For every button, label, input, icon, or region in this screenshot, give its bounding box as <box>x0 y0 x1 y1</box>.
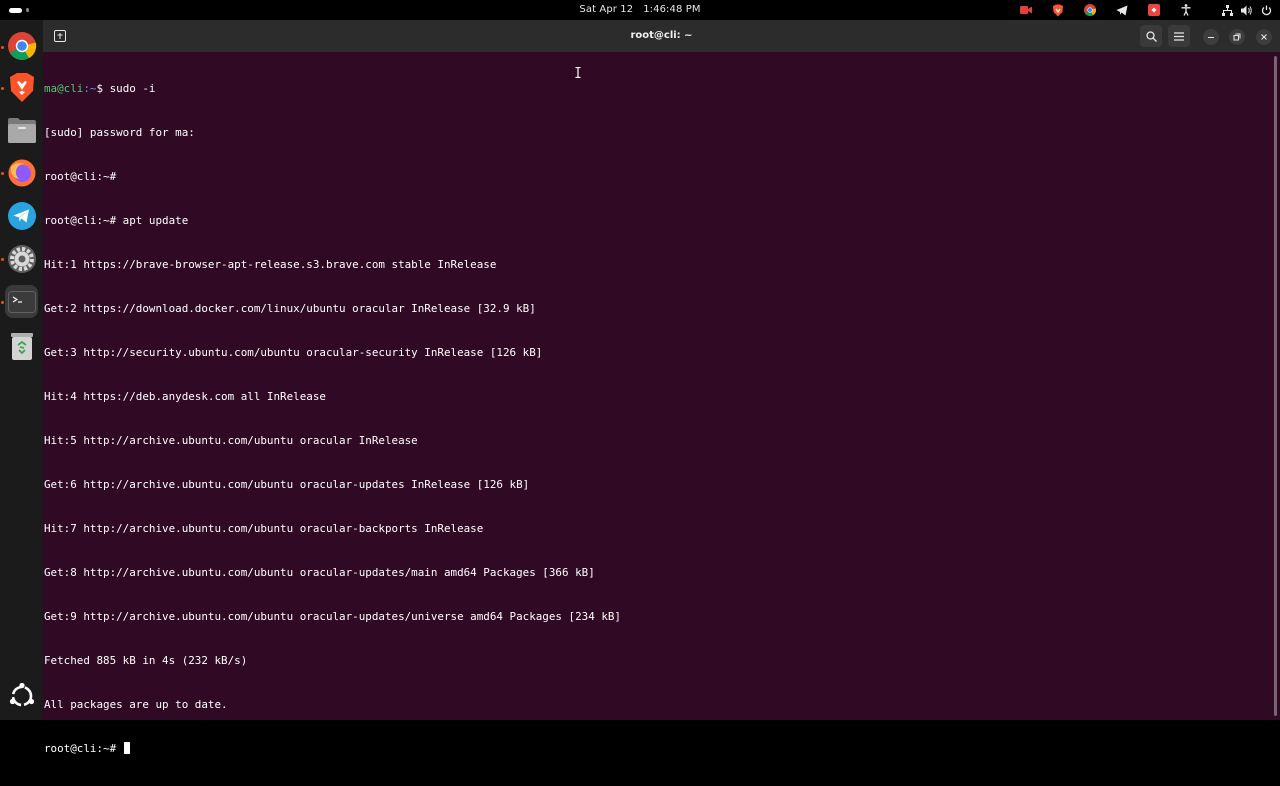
terminal-line: ma@cli:~$ sudo -i <box>44 82 1264 97</box>
minimize-icon <box>1208 37 1214 38</box>
window-title: root@cli: ~ <box>630 30 693 41</box>
current-prompt: root@cli:~# <box>44 741 123 755</box>
text-cursor <box>123 741 130 754</box>
terminal-line: Get:2 https://download.docker.com/linux/… <box>44 302 536 316</box>
terminal-line: Hit:1 https://brave-browser-apt-release.… <box>44 258 497 272</box>
mouse-ibeam-cursor-icon <box>575 67 581 78</box>
dock-item-settings[interactable] <box>5 242 38 275</box>
command-text: sudo -i <box>109 82 156 96</box>
prompt-symbol: $ <box>96 82 110 96</box>
trash-icon <box>10 332 33 360</box>
dock-item-files[interactable] <box>5 114 38 147</box>
dock-item-telegram[interactable] <box>5 199 38 232</box>
clock-date: Sat Apr 12 <box>579 4 634 15</box>
clock-time: 1:46:48 PM <box>643 4 701 15</box>
screen-recording-icon[interactable] <box>1010 3 1042 17</box>
gear-icon <box>7 244 36 273</box>
terminal-line: Get:3 http://security.ubuntu.com/ubuntu … <box>44 346 543 360</box>
dock <box>0 20 43 720</box>
minimize-button[interactable] <box>1203 29 1219 45</box>
prompt-path: :~ <box>83 82 97 96</box>
hamburger-menu-icon <box>1174 31 1184 41</box>
running-indicator <box>1 172 4 175</box>
system-tray <box>1010 3 1272 17</box>
terminal-line: Get:9 http://archive.ubuntu.com/ubuntu o… <box>44 609 621 623</box>
search-button[interactable] <box>1140 25 1162 47</box>
chrome-tray-icon[interactable] <box>1074 3 1106 17</box>
telegram-tray-icon[interactable] <box>1106 3 1138 17</box>
terminal-line: All packages are up to date. <box>44 697 228 711</box>
brave-tray-icon[interactable] <box>1042 3 1074 17</box>
menu-button[interactable] <box>1168 25 1190 47</box>
terminal-line: root@cli:~# <box>44 170 117 184</box>
close-button[interactable] <box>1256 29 1272 45</box>
dock-item-terminal[interactable] <box>5 285 38 318</box>
telegram-icon <box>7 201 36 230</box>
restore-button[interactable] <box>1229 29 1245 45</box>
close-icon <box>1261 34 1267 40</box>
firefox-icon <box>8 159 35 186</box>
running-indicator <box>1 46 4 49</box>
dock-item-brave[interactable] <box>5 71 38 104</box>
dock-item-show-apps[interactable] <box>5 679 38 712</box>
dock-item-trash[interactable] <box>5 329 38 362</box>
terminal-line: [sudo] password for ma: <box>44 126 195 140</box>
title-bar[interactable]: root@cli: ~ <box>43 20 1280 52</box>
terminal-line: root@cli:~# apt update <box>44 214 189 228</box>
ubuntu-logo-icon <box>9 682 34 706</box>
terminal-line: Get:6 http://archive.ubuntu.com/ubuntu o… <box>44 477 530 491</box>
scrollbar[interactable] <box>1274 56 1277 716</box>
running-indicator <box>1 258 4 261</box>
terminal-icon <box>7 290 36 313</box>
terminal-line: Fetched 885 kB in 4s (232 kB/s) <box>44 653 248 667</box>
terminal-line: Hit:4 https://deb.anydesk.com all InRele… <box>44 389 326 403</box>
running-indicator <box>1 301 4 304</box>
search-icon <box>1145 30 1157 42</box>
chrome-icon <box>7 31 36 60</box>
system-status-area[interactable] <box>1202 4 1272 16</box>
dock-item-firefox[interactable] <box>5 156 38 189</box>
terminal-window: root@cli: ~ ma@cli:~$ sudo -i [sudo] pas… <box>43 20 1280 755</box>
dock-item-chrome[interactable] <box>5 29 38 62</box>
volume-icon <box>1241 5 1252 15</box>
power-icon <box>1261 5 1272 15</box>
anydesk-tray-icon[interactable] <box>1138 3 1170 17</box>
restore-icon <box>1233 33 1241 41</box>
terminal-output[interactable]: ma@cli:~$ sudo -i [sudo] password for ma… <box>44 53 1264 754</box>
prompt-user: ma@cli <box>44 82 84 96</box>
network-icon <box>1222 4 1233 16</box>
accessibility-icon[interactable] <box>1170 3 1202 17</box>
terminal-line: Get:8 http://archive.ubuntu.com/ubuntu o… <box>44 565 595 579</box>
files-icon <box>7 118 36 143</box>
brave-icon <box>9 73 34 102</box>
terminal-line: Hit:5 http://archive.ubuntu.com/ubuntu o… <box>44 433 418 447</box>
terminal-line: Hit:7 http://archive.ubuntu.com/ubuntu o… <box>44 521 484 535</box>
top-bar: Sat Apr 12 1:46:48 PM <box>0 0 1280 20</box>
terminal-prompt-line: root@cli:~# <box>44 741 1264 757</box>
running-indicator <box>1 87 4 90</box>
